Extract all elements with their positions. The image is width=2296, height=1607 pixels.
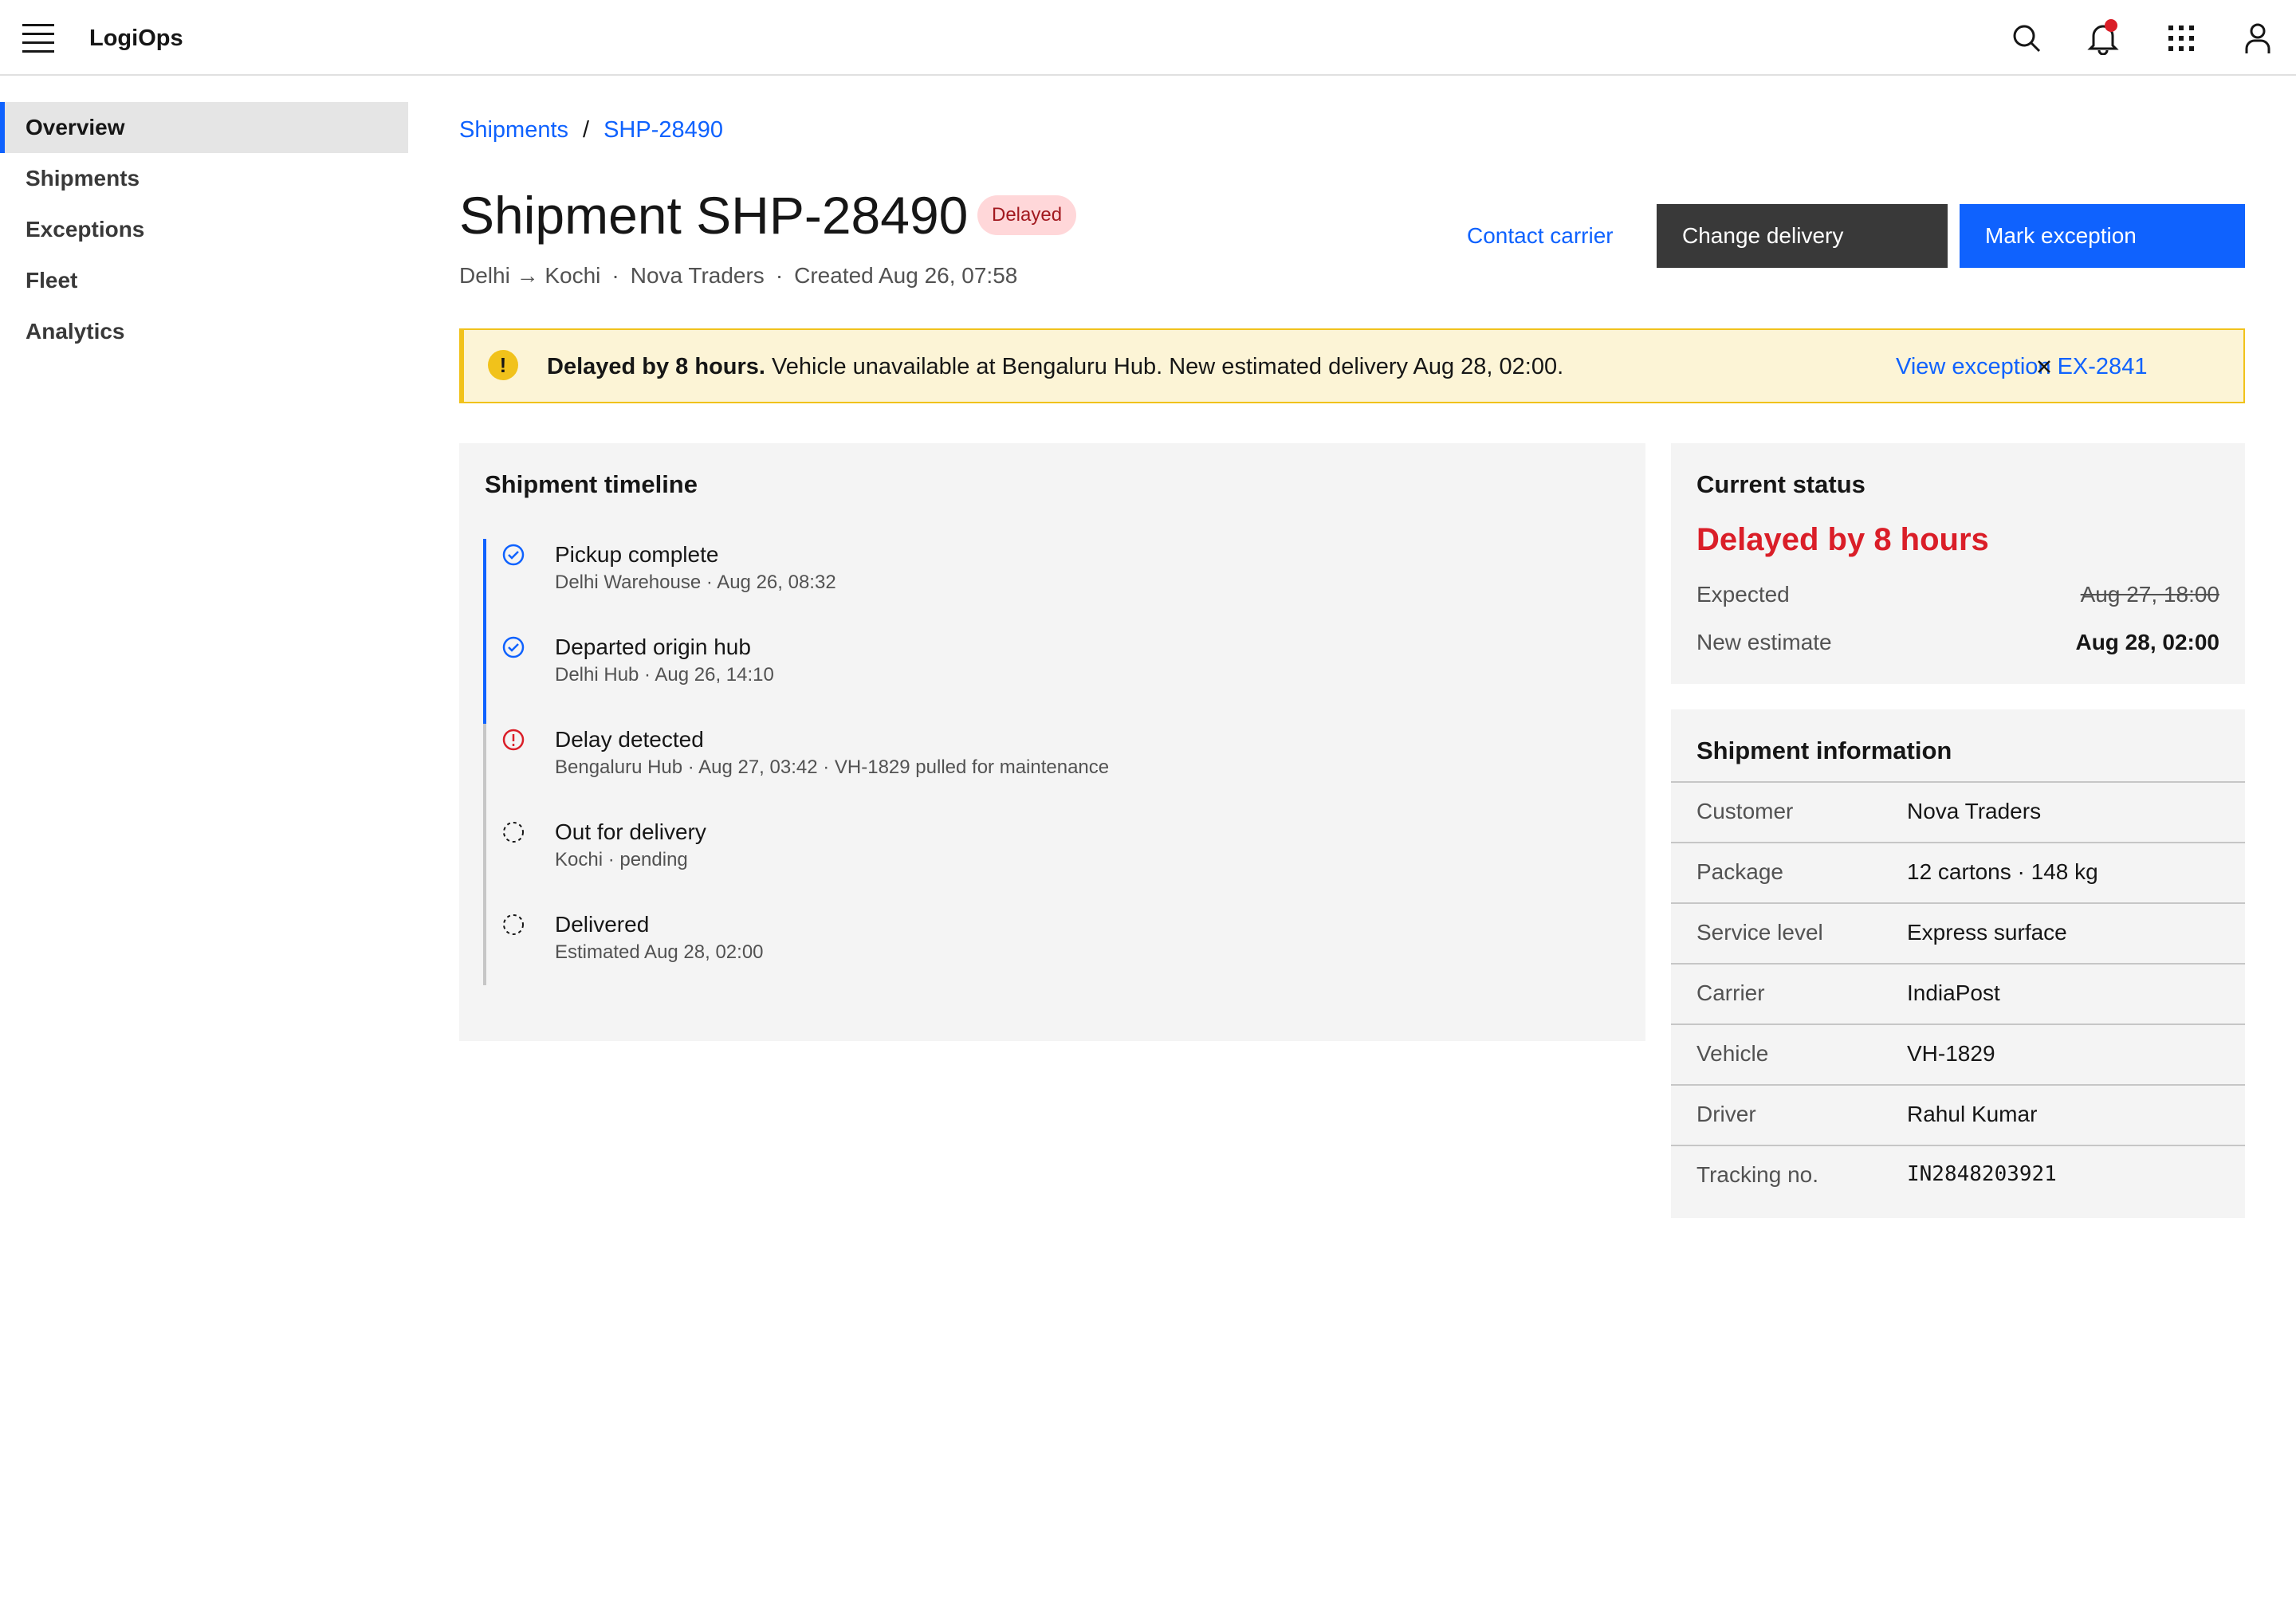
- status-badge: Delayed: [977, 195, 1077, 235]
- breadcrumb-shipments-link[interactable]: Shipments: [459, 116, 568, 144]
- timeline-event-title: Pickup complete: [555, 542, 719, 567]
- sidebar: Overview Shipments Exceptions Fleet Anal…: [0, 102, 408, 357]
- info-value: Express surface: [1907, 920, 2067, 945]
- info-label: Customer: [1696, 799, 1794, 823]
- info-value: IndiaPost: [1907, 980, 2000, 1005]
- info-label: Driver: [1696, 1102, 1756, 1126]
- check-circle-icon: [502, 544, 525, 566]
- app-switcher-icon[interactable]: [2162, 19, 2200, 57]
- breadcrumb: Shipments / SHP-28490: [459, 116, 723, 144]
- timeline-event-title: Out for delivery: [555, 819, 706, 844]
- sidebar-item-analytics[interactable]: Analytics: [0, 306, 408, 357]
- expected-label: Expected: [1696, 582, 1790, 607]
- info-label: Tracking no.: [1696, 1162, 1819, 1187]
- info-row-carrier: Carrier IndiaPost: [1671, 963, 2245, 1024]
- banner-message: Delayed by 8 hours. Vehicle unavailable …: [547, 352, 1563, 381]
- delay-headline: Delayed by 8 hours: [1696, 522, 1989, 557]
- timeline-event-detail: Bengaluru Hub · Aug 27, 03:42 · VH-1829 …: [555, 756, 1110, 778]
- notification-dot: [2105, 19, 2117, 32]
- timeline-event-title: Delivered: [555, 912, 650, 937]
- sidebar-item-exceptions[interactable]: Exceptions: [0, 204, 408, 255]
- check-circle-icon: [502, 636, 525, 658]
- shipment-timeline-card: Shipment timeline Pickup complete Delhi …: [459, 443, 1645, 1041]
- pending-circle-icon: [503, 914, 524, 935]
- info-label: Carrier: [1696, 980, 1765, 1005]
- info-list: Customer Nova Traders Package 12 cartons…: [1671, 781, 2245, 1205]
- new-estimate-value: Aug 28, 02:00: [2075, 630, 2219, 654]
- breadcrumb-separator: /: [583, 117, 590, 143]
- info-label: Vehicle: [1696, 1041, 1769, 1066]
- timeline-event-detail: Estimated Aug 28, 02:00: [555, 941, 764, 963]
- view-exception-link[interactable]: View exception EX-2841: [1896, 352, 2147, 381]
- mark-exception-button[interactable]: Mark exception: [1960, 204, 2245, 268]
- sidebar-item-fleet[interactable]: Fleet: [0, 255, 408, 306]
- menu-icon[interactable]: [22, 24, 54, 53]
- tracking-number[interactable]: IN2848203921: [1907, 1162, 2057, 1186]
- pending-circle-icon: [503, 822, 524, 843]
- delay-warning-banner: ! Delayed by 8 hours. Vehicle unavailabl…: [459, 328, 2245, 403]
- banner-bold-text: Delayed by 8 hours.: [547, 354, 765, 379]
- timeline-event-title: Delay detected: [555, 727, 704, 752]
- info-value: Nova Traders: [1907, 799, 2042, 823]
- close-icon[interactable]: [2028, 351, 2060, 383]
- app-name[interactable]: LogiOps: [89, 24, 183, 53]
- info-row-package: Package 12 cartons · 148 kg: [1671, 842, 2245, 902]
- route-text: Delhi → Kochi: [459, 263, 601, 288]
- timeline-event-title: Departed origin hub: [555, 635, 751, 659]
- sidebar-item-overview[interactable]: Overview: [0, 102, 408, 153]
- banner-detail-text: Vehicle unavailable at Bengaluru Hub. Ne…: [765, 354, 1564, 379]
- expected-value: Aug 27, 18:00: [2080, 582, 2219, 607]
- info-value: VH-1829: [1907, 1041, 1995, 1066]
- separator-dot: ·: [775, 263, 784, 288]
- search-icon[interactable]: [2007, 19, 2046, 57]
- info-label: Package: [1696, 859, 1783, 884]
- user-icon[interactable]: [2239, 19, 2277, 57]
- current-status-title: Current status: [1696, 470, 1866, 498]
- breadcrumb-shipment-link[interactable]: SHP-28490: [603, 116, 723, 144]
- timeline-event-detail: Delhi Hub · Aug 26, 14:10: [555, 664, 774, 686]
- info-row-vehicle: Vehicle VH-1829: [1671, 1024, 2245, 1084]
- info-row-customer: Customer Nova Traders: [1671, 781, 2245, 842]
- sidebar-item-shipments[interactable]: Shipments: [0, 153, 408, 204]
- info-label: Service level: [1696, 920, 1823, 945]
- customer-text: Nova Traders: [630, 263, 765, 288]
- created-text: Created Aug 26, 07:58: [794, 263, 1018, 288]
- contact-carrier-button[interactable]: Contact carrier: [1451, 204, 1630, 268]
- info-value: Rahul Kumar: [1907, 1102, 2038, 1126]
- info-row-service-level: Service level Express surface: [1671, 902, 2245, 963]
- page-title: Shipment SHP-28490: [459, 186, 969, 245]
- change-delivery-button[interactable]: Change delivery: [1657, 204, 1948, 268]
- top-header: LogiOps: [0, 0, 2296, 76]
- timeline-event-detail: Delhi Warehouse · Aug 26, 08:32: [555, 572, 836, 593]
- separator-dot: ·: [611, 263, 619, 288]
- timeline-event-detail: Kochi · pending: [555, 849, 688, 870]
- new-estimate-label: New estimate: [1696, 630, 1832, 654]
- info-row-tracking: Tracking no. IN2848203921: [1671, 1145, 2245, 1205]
- shipment-summary: Delhi → Kochi · Nova Traders · Created Aug 2…: [459, 261, 1017, 290]
- shipment-information-title: Shipment information: [1696, 737, 1952, 764]
- timeline-progress: [483, 539, 486, 724]
- bell-icon[interactable]: [2084, 19, 2122, 57]
- info-value: 12 cartons · 148 kg: [1907, 859, 2098, 884]
- info-row-driver: Driver Rahul Kumar: [1671, 1084, 2245, 1145]
- current-status-card: Current status Delayed by 8 hours Expect…: [1671, 443, 2245, 684]
- timeline-title: Shipment timeline: [485, 470, 698, 498]
- error-circle-icon: [502, 729, 525, 751]
- warning-icon: !: [488, 350, 518, 380]
- shipment-information-card: Shipment information Customer Nova Trade…: [1671, 709, 2245, 1218]
